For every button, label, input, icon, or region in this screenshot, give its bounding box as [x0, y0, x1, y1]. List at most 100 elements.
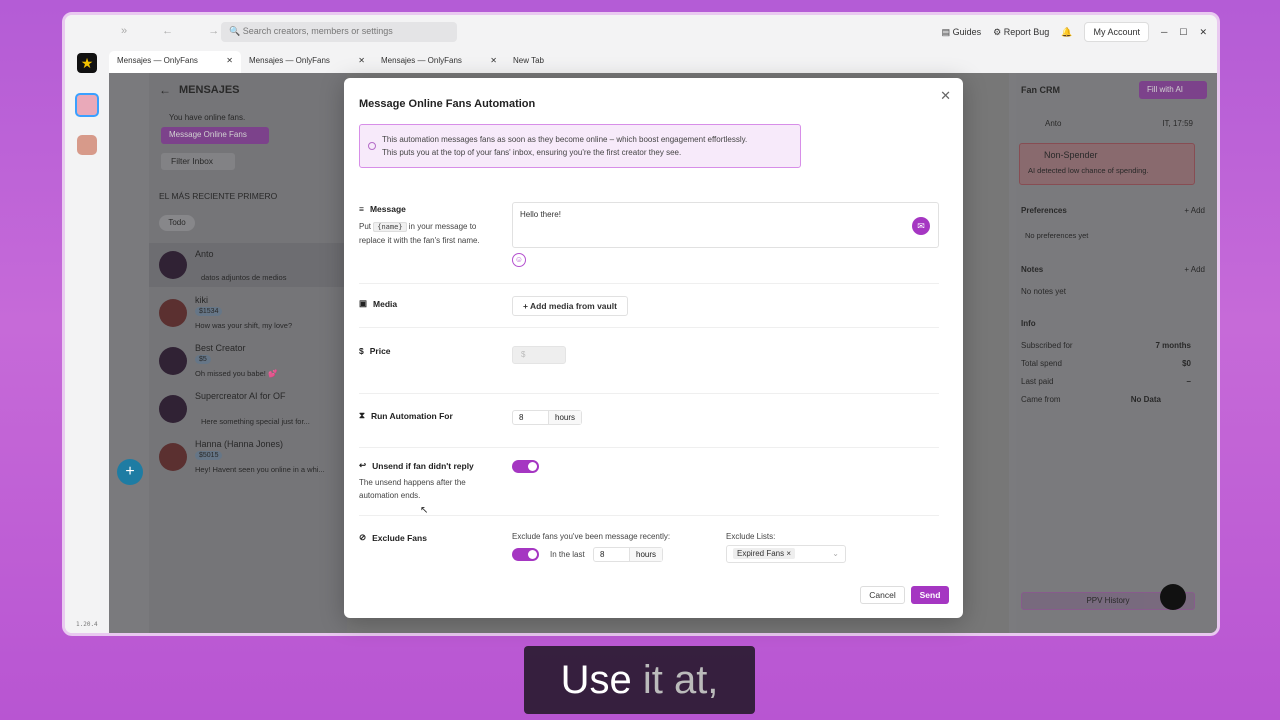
- message-online-label: Message Online Fans: [169, 130, 247, 139]
- filter-inbox-button[interactable]: Filter Inbox: [161, 153, 235, 170]
- chevron-down-icon[interactable]: ⌄: [832, 549, 839, 558]
- chat-item[interactable]: kiki $1534 How was your shift, my love?: [149, 291, 347, 335]
- crm-title: Fan CRM: [1021, 85, 1060, 95]
- exclude-row: ⊘ Exclude Fans Exclude fans you've been m…: [359, 530, 939, 570]
- message-label: ≡ Message: [359, 204, 406, 214]
- list-chip[interactable]: Expired Fans ×: [733, 548, 796, 559]
- chat-item[interactable]: Hanna (Hanna Jones) $5015 Hey! Havent se…: [149, 435, 347, 479]
- info-key: Last paid: [1021, 377, 1054, 386]
- caption-word: it: [642, 658, 663, 702]
- star-logo-icon[interactable]: ★: [77, 53, 97, 73]
- search-input[interactable]: 🔍 Search creators, members or settings: [221, 22, 457, 42]
- mouse-cursor: ↖: [420, 505, 429, 516]
- new-tab-button[interactable]: New Tab: [505, 51, 637, 73]
- avatar: [159, 299, 187, 327]
- report-bug-button[interactable]: ⚙ Report Bug: [993, 27, 1049, 38]
- unsend-toggle[interactable]: [512, 460, 539, 473]
- guides-button[interactable]: ▤ Guides: [942, 27, 982, 38]
- compose-button[interactable]: +: [117, 459, 143, 485]
- chat-support-icon[interactable]: [1160, 584, 1186, 610]
- exclude-duration-input[interactable]: 8 hours: [593, 547, 664, 562]
- image-icon: ▣: [359, 298, 368, 308]
- avatar: [159, 347, 187, 375]
- chat-preview: How was your shift, my love?: [195, 321, 293, 330]
- add-preference-button[interactable]: + Add: [1184, 206, 1205, 215]
- message-online-button[interactable]: Message Online Fans: [161, 127, 269, 144]
- report-bug-label: Report Bug: [1003, 26, 1050, 37]
- help-pre: Put: [359, 222, 372, 231]
- chat-item[interactable]: Best Creator $5 Oh missed you babe! 💕: [149, 339, 347, 383]
- chat-item[interactable]: Anto datos adjuntos de medios: [149, 243, 347, 287]
- info-row: Total spend $0: [1021, 359, 1191, 368]
- unsend-help: The unsend happens after the automation …: [359, 478, 466, 500]
- ppv-label: PPV History: [1086, 596, 1130, 605]
- message-textarea[interactable]: Hello there! ✉: [512, 202, 939, 248]
- chat-item[interactable]: Supercreator AI for OF Here something sp…: [149, 387, 347, 431]
- tab-label: Mensajes — OnlyFans: [381, 56, 462, 65]
- close-window-icon[interactable]: ✕: [1199, 27, 1207, 38]
- add-media-label: Add media from vault: [530, 301, 617, 311]
- unsend-label-text: Unsend if fan didn't reply: [372, 460, 474, 471]
- lines-icon: ≡: [359, 204, 364, 214]
- chat-preview: Oh missed you babe! 💕: [195, 369, 278, 378]
- fan-time: IT, 17:59: [1162, 119, 1193, 128]
- exclude-value[interactable]: 8: [594, 548, 630, 561]
- caption-word: Use: [560, 658, 643, 702]
- browser-tab[interactable]: Mensajes — OnlyFans ✕: [373, 51, 505, 73]
- bell-icon[interactable]: 🔔: [1061, 27, 1072, 38]
- send-button[interactable]: Send: [911, 586, 949, 604]
- close-tab-icon[interactable]: ✕: [490, 56, 497, 68]
- no-prefs: No preferences yet: [1025, 231, 1089, 240]
- version-label: 1.20.4: [76, 621, 98, 628]
- price-row: $ Price $: [359, 344, 939, 394]
- emoji-icon[interactable]: ☺: [512, 253, 526, 267]
- hourglass-icon: ⧗: [359, 410, 365, 420]
- envelope-icon[interactable]: ✉: [912, 217, 930, 235]
- undo-icon: ↩: [359, 460, 367, 470]
- fill-ai-button[interactable]: Fill with AI: [1139, 81, 1207, 99]
- chat-name: Hanna (Hanna Jones): [195, 439, 284, 449]
- info-row: Subscribed for 7 months: [1021, 341, 1191, 350]
- maximize-icon[interactable]: ☐: [1179, 27, 1187, 38]
- close-tab-icon[interactable]: ✕: [358, 56, 365, 68]
- price-badge: $5015: [195, 451, 223, 460]
- exclude-label-text: Exclude Fans: [372, 532, 427, 543]
- price-badge: $1534: [195, 307, 223, 316]
- add-media-button[interactable]: + Add media from vault: [512, 296, 628, 316]
- back-icon[interactable]: ←: [159, 83, 171, 97]
- titlebar: » ← → ↻ 🔍 Search creators, members or se…: [109, 15, 1217, 49]
- run-duration-input[interactable]: 8 hours: [512, 410, 583, 425]
- run-unit: hours: [549, 411, 582, 424]
- no-notes: No notes yet: [1021, 287, 1066, 296]
- filter-all-chip[interactable]: Todo: [159, 215, 195, 231]
- close-icon[interactable]: ✕: [940, 88, 951, 104]
- exclude-lists-select[interactable]: Expired Fans × ⌄: [726, 545, 846, 563]
- chat-name: Best Creator: [195, 343, 246, 353]
- exclude-recent-toggle[interactable]: [512, 548, 539, 561]
- info-value: –: [1186, 377, 1191, 386]
- run-row: ⧗ Run Automation For 8 hours: [359, 408, 939, 448]
- cancel-button[interactable]: Cancel: [860, 586, 905, 604]
- account-button[interactable]: My Account: [1084, 22, 1149, 42]
- chat-name: kiki: [195, 295, 208, 305]
- browser-tab[interactable]: Mensajes — OnlyFans ✕: [241, 51, 373, 73]
- browser-tab[interactable]: Mensajes — OnlyFans ✕: [109, 51, 241, 73]
- tag-desc: AI detected low chance of spending.: [1028, 166, 1149, 175]
- price-input[interactable]: $: [512, 346, 566, 364]
- info-key: Total spend: [1021, 359, 1062, 368]
- info-line1: This automation messages fans as soon as…: [382, 135, 748, 144]
- tab-bar: Mensajes — OnlyFans ✕ Mensajes — OnlyFans…: [109, 49, 1217, 73]
- creator-avatar[interactable]: [75, 93, 99, 117]
- ban-icon: ⊘: [359, 532, 367, 542]
- exclude-label: ⊘ Exclude Fans: [359, 532, 427, 543]
- media-row: ▣ Media + Add media from vault: [359, 296, 939, 328]
- unsend-row: ↩ Unsend if fan didn't reply The unsend h…: [359, 458, 939, 516]
- add-note-button[interactable]: + Add: [1184, 265, 1205, 274]
- run-value[interactable]: 8: [513, 411, 549, 424]
- info-value: $0: [1182, 359, 1191, 368]
- sort-label[interactable]: EL MÁS RECIENTE PRIMERO: [159, 191, 277, 201]
- avatar: [159, 395, 187, 423]
- minimize-icon[interactable]: ─: [1161, 27, 1167, 37]
- creator-avatar[interactable]: [77, 135, 97, 155]
- close-tab-icon[interactable]: ✕: [226, 56, 233, 68]
